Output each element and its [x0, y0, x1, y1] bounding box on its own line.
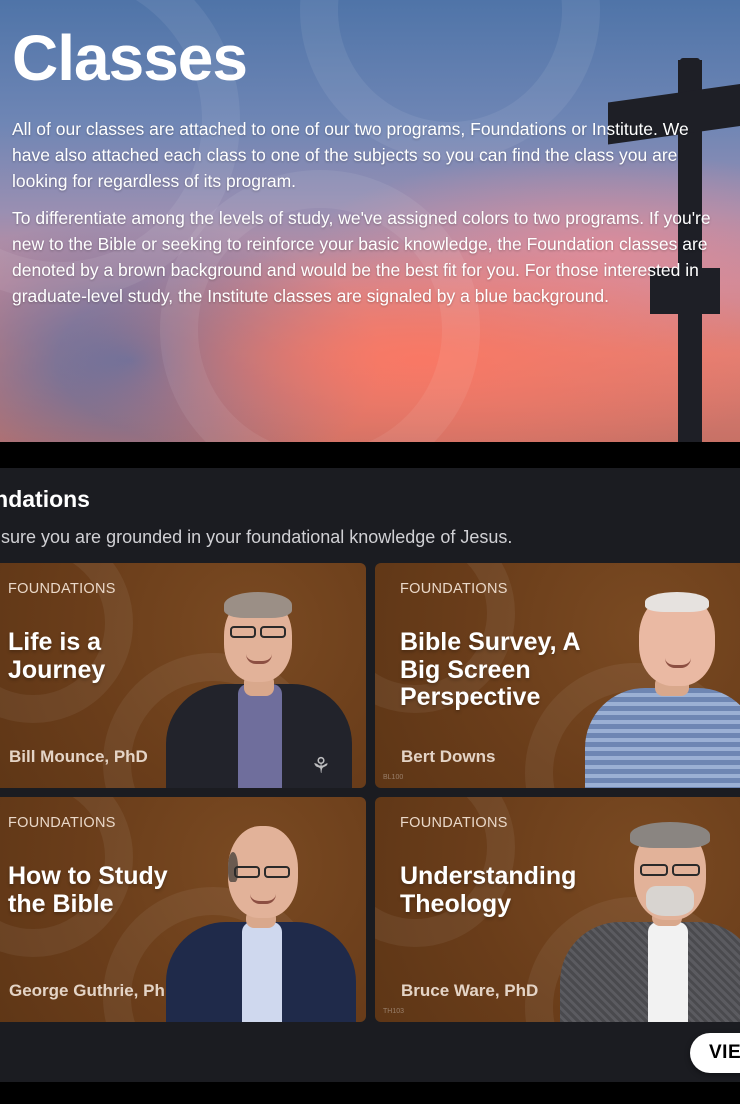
intro-paragraph: All of our classes are attached to one o… — [12, 119, 689, 191]
shirt — [238, 684, 282, 788]
section-title: Foundations — [0, 486, 90, 512]
divider — [0, 442, 740, 468]
instructor-name: Bruce Ware, PhD — [401, 981, 539, 1000]
glasses — [672, 864, 700, 876]
program-tag: FOUNDATIONS — [8, 581, 116, 597]
class-card-understanding-theology[interactable]: FOUNDATIONS Understanding Theology Bruce… — [375, 797, 740, 1022]
page-title: Classes — [12, 22, 248, 94]
program-tag: FOUNDATIONS — [400, 581, 508, 597]
class-card-how-to-study-the-bible[interactable]: FOUNDATIONS How to Study the Bible Georg… — [0, 797, 366, 1022]
class-card-life-is-a-journey[interactable]: FOUNDATIONS Life is a Journey Bill Mounc… — [0, 563, 366, 788]
glasses — [260, 626, 286, 638]
glasses — [234, 866, 260, 878]
section-subtitle: Make sure you are grounded in your found… — [0, 527, 513, 547]
hero-content: Classes All of our classes are attached … — [12, 22, 728, 320]
instructor-name: Bert Downs — [401, 747, 496, 766]
hair — [224, 592, 292, 618]
shirt — [242, 922, 282, 1022]
view-all-button[interactable]: VIEW ALL — [690, 1033, 740, 1073]
beard — [646, 886, 694, 916]
hair — [645, 592, 709, 612]
instructor-photo — [585, 578, 740, 788]
class-title: Life is a Journey — [8, 628, 106, 684]
class-card-bible-survey[interactable]: FOUNDATIONS Bible Survey, A Big Screen P… — [375, 563, 740, 788]
shirt — [648, 922, 688, 1022]
class-title: Bible Survey, A Big Screen Perspective — [400, 628, 580, 711]
levels-paragraph: To differentiate among the levels of stu… — [12, 208, 711, 306]
course-code: BL100 — [383, 774, 404, 781]
divider — [0, 1082, 740, 1104]
glasses — [640, 864, 668, 876]
instructor-photo — [166, 812, 356, 1022]
program-tag: FOUNDATIONS — [400, 815, 508, 831]
glasses — [264, 866, 290, 878]
striped-shirt — [585, 688, 740, 788]
program-tag: FOUNDATIONS — [8, 815, 116, 831]
instructor-name: George Guthrie, PhD — [9, 981, 178, 1000]
tree-logo-icon: ⚘ — [311, 753, 331, 778]
instructor-photo — [560, 812, 740, 1022]
hair — [630, 822, 710, 848]
instructor-name: Bill Mounce, PhD — [9, 747, 148, 766]
glasses — [230, 626, 256, 638]
foundations-section: Foundations Make sure you are grounded i… — [0, 468, 740, 1082]
hero-banner: Classes All of our classes are attached … — [0, 0, 740, 442]
course-code: TH103 — [383, 1008, 405, 1015]
